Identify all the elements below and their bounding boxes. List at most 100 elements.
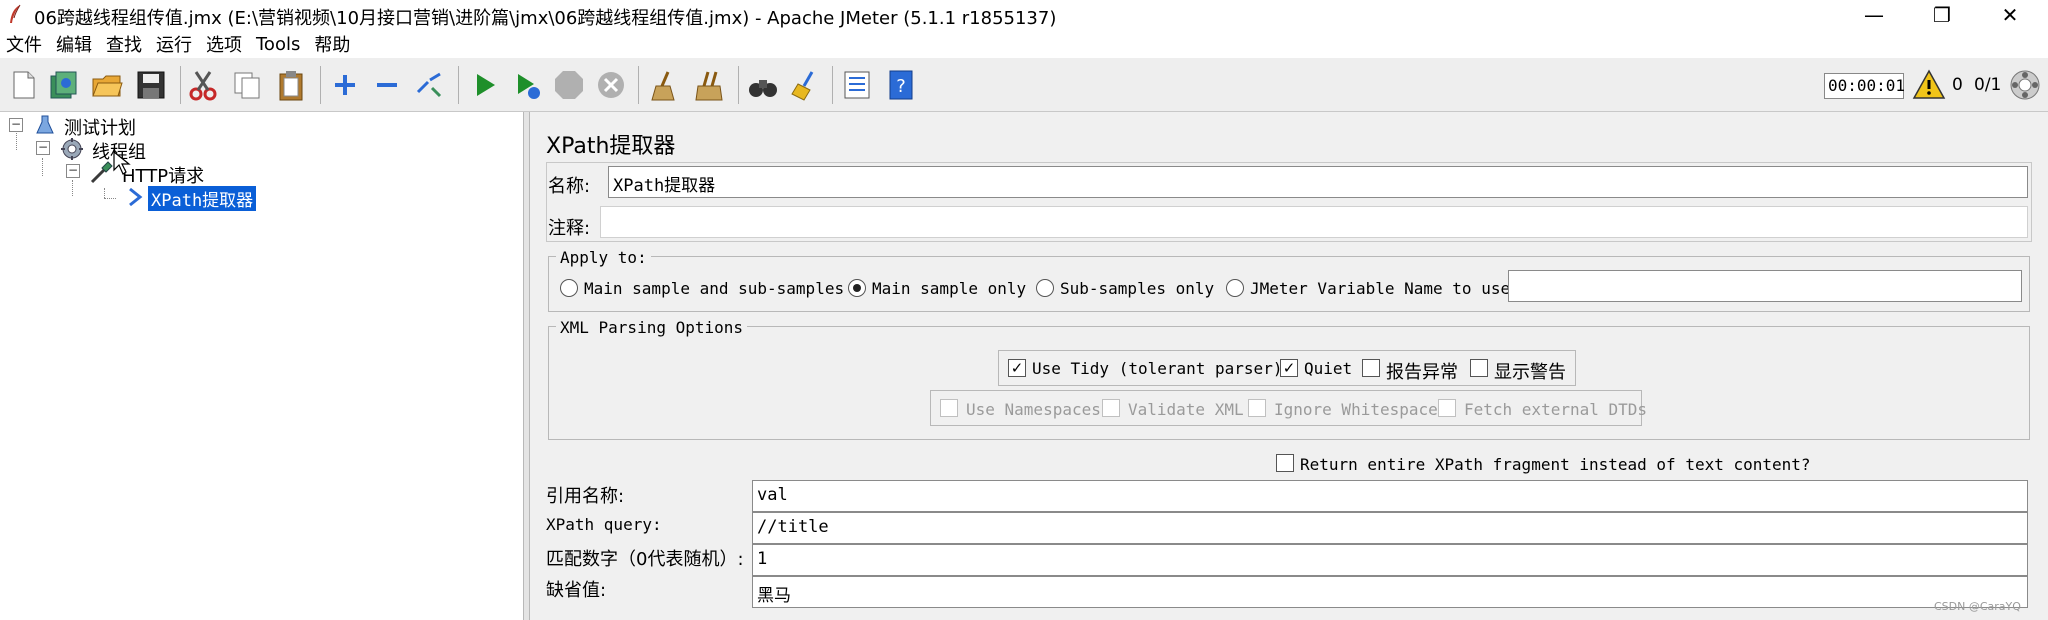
match-number-input[interactable]: 1 [752,544,2028,576]
start-no-pauses-icon[interactable] [510,68,544,102]
jmeter-variable-input[interactable] [1508,270,2022,302]
report-errors-label: 报告异常 [1386,362,1458,383]
radio-main-and-sub[interactable] [560,279,578,297]
xpath-query-label: XPath query: [546,515,662,534]
reset-search-broom-icon[interactable] [788,68,822,102]
radio-sub-only[interactable] [1036,279,1054,297]
warning-icon[interactable] [1912,68,1946,102]
menu-search[interactable]: 查找 [106,31,142,57]
quiet-label: Quiet [1304,359,1353,378]
xml-parsing-title: XML Parsing Options [556,318,748,337]
ignore-whitespace-label: Ignore Whitespace [1274,400,1438,419]
gear-icon [61,138,83,160]
name-label: 名称: [548,176,591,197]
use-namespaces-label: Use Namespaces [966,400,1101,419]
label-sub-only: Sub-samples only [1060,279,1215,298]
tree-node-http-request[interactable]: HTTP请求 [122,162,204,188]
toolbar-separator [320,66,321,104]
default-value-label: 缺省值: [546,580,607,601]
clear-all-icon[interactable] [692,68,726,102]
use-namespaces-checkbox[interactable] [940,399,958,417]
copy-icon[interactable] [230,68,264,102]
search-binoculars-icon[interactable] [746,68,780,102]
active-threads: 0/1 [1974,75,2002,95]
xpath-query-input[interactable]: //title [752,512,2028,544]
name-input[interactable]: XPath提取器 [608,166,2028,198]
menu-bar: 文件 编辑 查找 运行 选项 Tools 帮助 [0,30,2048,58]
elapsed-timer: 00:00:01 [1824,73,1905,99]
cut-icon[interactable] [186,68,220,102]
match-number-label: 匹配数字（0代表随机）: [546,549,744,570]
stop-icon[interactable] [552,68,586,102]
title-bar: 06跨越线程组传值.jmx (E:\营销视频\10月接口营销\进阶篇\jmx\0… [0,0,2048,30]
flask-icon [36,115,54,134]
expander-http-request[interactable]: − [66,164,80,178]
validate-xml-label: Validate XML [1128,400,1244,419]
collapse-icon[interactable] [370,68,404,102]
tree-node-xpath-extractor[interactable]: XPath提取器 [148,186,257,211]
menu-run[interactable]: 运行 [156,31,192,57]
show-warnings-label: 显示警告 [1494,362,1566,383]
fetch-dtds-checkbox[interactable] [1438,399,1456,417]
use-tidy-label: Use Tidy (tolerant parser) [1032,359,1283,378]
function-helper-icon[interactable] [840,68,874,102]
menu-tools[interactable]: Tools [256,34,300,55]
close-button[interactable]: ✕ [1980,0,2040,30]
report-errors-checkbox[interactable] [1362,359,1380,377]
pane-splitter[interactable] [524,112,530,620]
new-file-icon[interactable] [6,68,40,102]
expander-test-plan[interactable]: − [9,118,23,132]
comment-input[interactable] [600,206,2028,238]
default-value-input[interactable]: 黑马 [752,576,2028,608]
use-tidy-checkbox[interactable]: ✓ [1008,359,1026,377]
shutdown-icon[interactable] [594,68,628,102]
watermark: CSDN @CaraYQ [1934,600,2021,613]
start-icon[interactable] [468,68,502,102]
toggle-icon[interactable] [412,68,446,102]
show-warnings-checkbox[interactable] [1470,359,1488,377]
extractor-arrow-icon [129,187,143,207]
menu-file[interactable]: 文件 [6,31,42,57]
toolbar-separator [180,66,181,104]
test-plan-tree [0,112,524,620]
ref-name-label: 引用名称: [546,486,625,507]
save-icon[interactable] [134,68,168,102]
open-icon[interactable] [90,68,124,102]
toolbar-separator [832,66,833,104]
window-title: 06跨越线程组传值.jmx (E:\营销视频\10月接口营销\进阶篇\jmx\0… [34,8,1057,29]
apply-to-title: Apply to: [556,248,651,267]
pipette-icon [90,161,113,184]
label-main-and-sub: Main sample and sub-samples [584,279,845,298]
minimize-button[interactable]: — [1844,0,1904,30]
remote-status-icon[interactable] [2008,68,2042,102]
menu-options[interactable]: 选项 [206,31,242,57]
menu-help[interactable]: 帮助 [314,31,350,57]
toolbar-separator [458,66,459,104]
mouse-cursor-icon [113,150,131,175]
label-jmeter-variable: JMeter Variable Name to use [1250,279,1511,298]
return-fragment-checkbox[interactable] [1276,454,1294,472]
clear-icon[interactable] [648,68,682,102]
help-icon[interactable]: ? [884,68,918,102]
quiet-checkbox[interactable]: ✓ [1280,359,1298,377]
return-fragment-label: Return entire XPath fragment instead of … [1300,455,1811,474]
menu-edit[interactable]: 编辑 [56,31,92,57]
expander-thread-group[interactable]: − [36,141,50,155]
ref-name-input[interactable]: val [752,480,2028,512]
expand-icon[interactable] [328,68,362,102]
radio-jmeter-variable[interactable] [1226,279,1244,297]
radio-main-only[interactable] [848,279,866,297]
templates-icon[interactable] [46,68,80,102]
panel-title: XPath提取器 [546,134,676,159]
validate-xml-checkbox[interactable] [1102,399,1120,417]
toolbar-separator [638,66,639,104]
fetch-dtds-label: Fetch external DTDs [1464,400,1648,419]
svg-text:?: ? [896,76,906,97]
comment-label: 注释: [548,218,591,239]
paste-icon[interactable] [274,68,308,102]
toolbar-separator [738,66,739,104]
maximize-button[interactable]: ❐ [1912,0,1972,30]
toolbar: ? [0,58,2048,112]
ignore-whitespace-checkbox[interactable] [1248,399,1266,417]
label-main-only: Main sample only [872,279,1027,298]
